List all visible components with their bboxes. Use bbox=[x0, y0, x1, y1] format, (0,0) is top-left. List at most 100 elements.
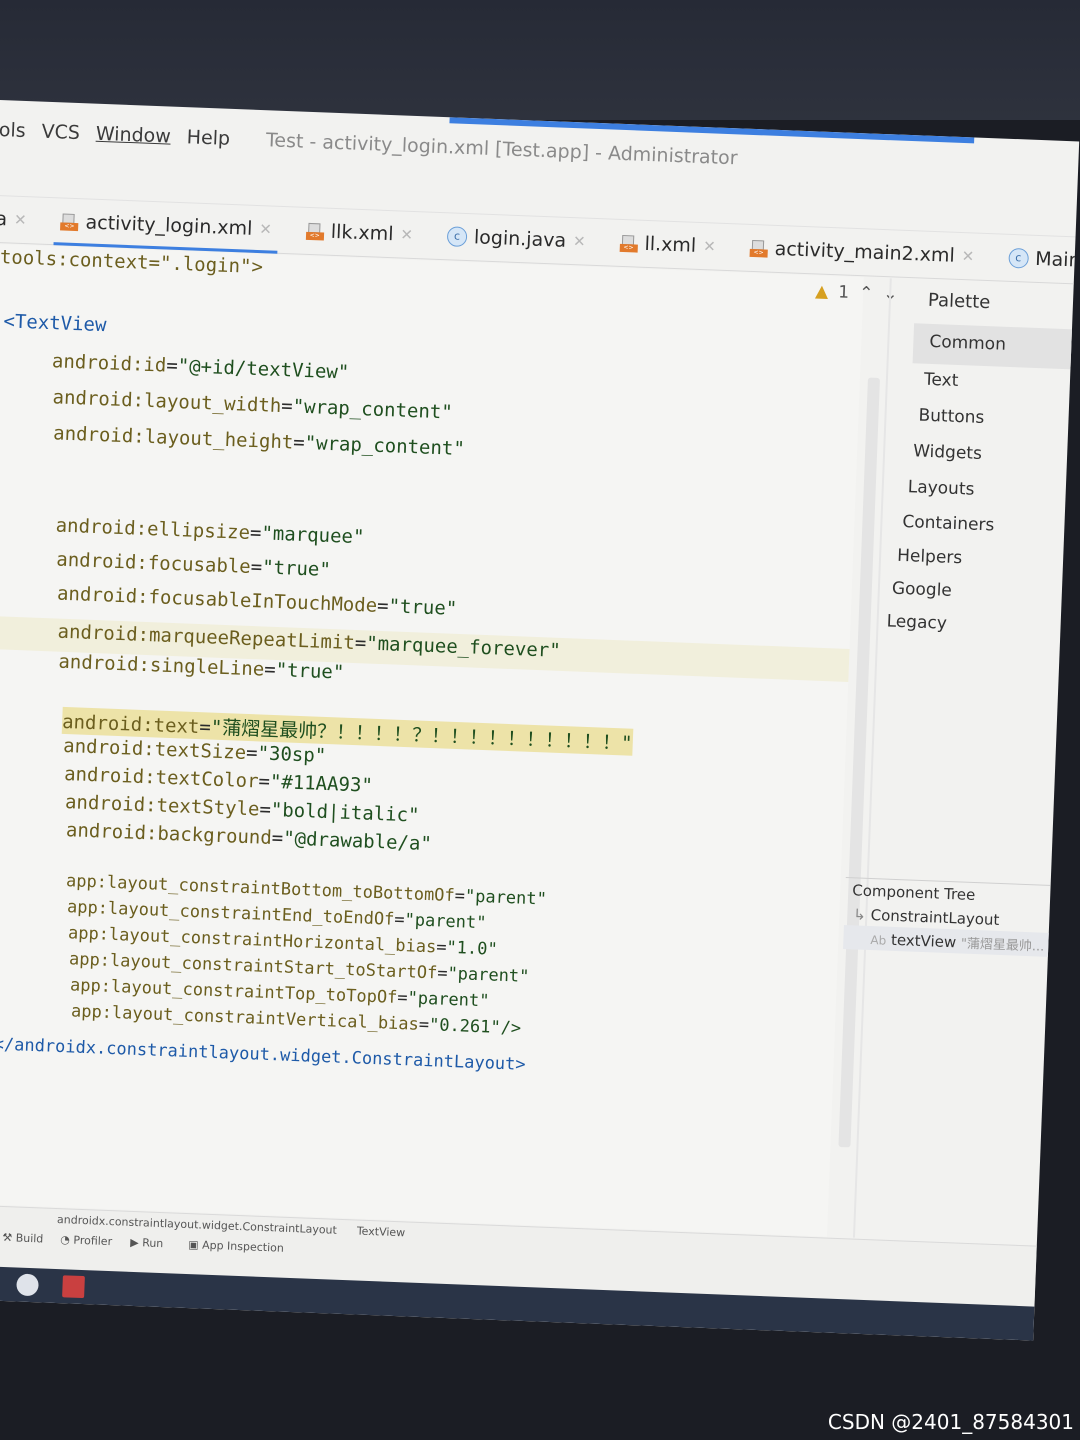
attr-name: android:focusable bbox=[55, 548, 252, 578]
tree-item-text: "蒲熠星最帅... bbox=[960, 936, 1045, 955]
tab-label: a bbox=[0, 207, 8, 231]
palette-category-buttons[interactable]: Buttons bbox=[918, 406, 985, 429]
java-class-icon: c bbox=[446, 226, 468, 248]
attr-value: "bold|italic" bbox=[270, 798, 420, 827]
tab-label: MainActivity2.java bbox=[1034, 247, 1080, 277]
attr-value: "@drawable/a" bbox=[282, 827, 433, 856]
attr-name: android:layout_height bbox=[52, 422, 294, 454]
palette-category-layouts[interactable]: Layouts bbox=[907, 477, 974, 500]
browser-icon[interactable] bbox=[16, 1273, 39, 1297]
tool-run[interactable]: ▶ Run bbox=[130, 1236, 164, 1250]
tab-label: llk.xml bbox=[330, 220, 394, 246]
monitor-bezel bbox=[0, 0, 1080, 120]
attr-value: "wrap_content" bbox=[304, 431, 466, 461]
close-icon[interactable]: ✕ bbox=[961, 247, 974, 265]
tab-label: ll.xml bbox=[644, 232, 697, 257]
tab-activity-main2-xml[interactable]: activity_main2.xml ✕ bbox=[743, 225, 981, 280]
attr-value: "true" bbox=[261, 556, 332, 582]
palette-category-helpers[interactable]: Helpers bbox=[897, 546, 963, 568]
tab-llk-xml[interactable]: llk.xml ✕ bbox=[299, 208, 420, 259]
layout-icon: ↳ bbox=[853, 905, 867, 924]
code-line: android:id="@+id/textView" bbox=[51, 350, 350, 384]
window-title: Test - activity_login.xml [Test.app] - A… bbox=[265, 129, 738, 170]
textview-icon: Ab bbox=[870, 933, 887, 948]
palette-category-text[interactable]: Text bbox=[924, 370, 959, 391]
tab-partial[interactable]: a ✕ bbox=[0, 196, 34, 243]
close-icon[interactable]: ✕ bbox=[703, 237, 716, 255]
run-icon: ▶ bbox=[129, 1235, 139, 1250]
menu-vcs[interactable]: VCS bbox=[41, 121, 80, 144]
palette-category-google[interactable]: Google bbox=[892, 579, 953, 601]
attr-name: android:focusableInTouchMode bbox=[56, 582, 378, 617]
xml-file-icon bbox=[60, 213, 79, 230]
inspection-widget[interactable]: ▲ 1 ⌃ ⌄ bbox=[815, 281, 898, 304]
warning-count: 1 bbox=[837, 282, 850, 303]
tool-label: App Inspection bbox=[201, 1238, 285, 1255]
tab-ll-xml[interactable]: ll.xml ✕ bbox=[613, 220, 723, 270]
tool-profiler[interactable]: ◔ Profiler bbox=[60, 1233, 112, 1248]
attr-value: "parent" bbox=[447, 963, 530, 987]
palette-title: Palette bbox=[927, 289, 991, 314]
attr-value: "1.0" bbox=[446, 937, 499, 960]
attr-value: "parent" bbox=[407, 988, 490, 1012]
attr-value: "30sp" bbox=[257, 742, 327, 767]
tab-label: login.java bbox=[473, 226, 567, 252]
palette-category-legacy[interactable]: Legacy bbox=[886, 611, 947, 633]
close-icon[interactable]: ✕ bbox=[573, 232, 586, 250]
watermark: CSDN @2401_87584301 bbox=[827, 1410, 1074, 1434]
attr-value: "0.261"/> bbox=[428, 1015, 522, 1039]
tab-label: activity_main2.xml bbox=[774, 237, 956, 267]
attr-value: "true" bbox=[388, 595, 458, 620]
attr-name: android:textStyle bbox=[64, 791, 260, 821]
inspection-icon: ▣ bbox=[187, 1238, 199, 1252]
tab-mainactivity2-java[interactable]: c MainActivity2.java ✕ bbox=[1001, 235, 1079, 290]
palette-panel: Palette Common Text Buttons Widgets Layo… bbox=[885, 279, 1080, 786]
attr-name: android:id bbox=[51, 350, 167, 377]
tool-label: Build bbox=[15, 1231, 44, 1246]
attr-value: "parent" bbox=[464, 886, 548, 910]
ide-window: ols VCS Window Help Test - activity_logi… bbox=[0, 100, 1080, 1341]
code-line: android:focusableInTouchMode="true" bbox=[56, 582, 458, 620]
code-line: android:ellipsize="marquee" bbox=[55, 514, 365, 549]
close-icon[interactable]: ✕ bbox=[259, 220, 272, 238]
code-editor[interactable]: tools:context=".login"> <TextView androi… bbox=[0, 243, 864, 1288]
code-line: <TextView bbox=[3, 310, 107, 337]
palette-category-containers[interactable]: Containers bbox=[902, 512, 995, 536]
tab-login-java[interactable]: c login.java ✕ bbox=[440, 213, 592, 265]
palette-category-widgets[interactable]: Widgets bbox=[913, 441, 982, 464]
attr-value: "#11AA93" bbox=[269, 770, 374, 797]
component-tree-title: Component Tree bbox=[851, 881, 976, 905]
code-line: android:focusable="true" bbox=[55, 548, 332, 582]
attr-name: android:textColor bbox=[63, 762, 259, 793]
tool-app-inspection[interactable]: ▣ App Inspection bbox=[188, 1238, 284, 1255]
tool-label: Run bbox=[141, 1236, 164, 1251]
palette-category-common[interactable]: Common bbox=[929, 332, 1006, 355]
menu-help[interactable]: Help bbox=[186, 126, 230, 150]
build-icon: ⚒ bbox=[2, 1230, 13, 1245]
close-icon[interactable]: ✕ bbox=[400, 225, 413, 243]
close-icon[interactable]: ✕ bbox=[14, 211, 27, 229]
breadcrumb-leaf[interactable]: TextView bbox=[357, 1225, 406, 1240]
xml-file-icon bbox=[619, 235, 638, 252]
attr-value: "wrap_content" bbox=[292, 395, 454, 424]
attr-name: android:layout_width bbox=[52, 386, 282, 418]
code-line: </androidx.constraintlayout.widget.Const… bbox=[0, 1034, 526, 1075]
attr-name: android:background bbox=[65, 819, 273, 849]
attr-value: "true" bbox=[275, 659, 345, 684]
tool-label: Profiler bbox=[73, 1233, 113, 1249]
java-class-icon: c bbox=[1007, 247, 1029, 269]
chevron-up-icon[interactable]: ⌃ bbox=[859, 283, 874, 304]
tool-build[interactable]: ⚒ Build bbox=[2, 1231, 43, 1246]
tree-item-label: ConstraintLayout bbox=[870, 906, 1000, 929]
menu-window[interactable]: Window bbox=[95, 123, 171, 148]
menu-tools[interactable]: ols bbox=[0, 119, 26, 142]
tab-activity-login-xml[interactable]: activity_login.xml ✕ bbox=[54, 198, 279, 253]
tree-item-label: textView bbox=[890, 930, 957, 952]
app-icon[interactable] bbox=[62, 1275, 85, 1299]
attr-value: "@+id/textView" bbox=[177, 355, 350, 384]
breadcrumb-root[interactable]: androidx.constraintlayout.widget.Constra… bbox=[57, 1213, 337, 1237]
attr-value: "parent" bbox=[404, 910, 487, 934]
xml-file-icon bbox=[749, 240, 768, 257]
attr-value: "marquee" bbox=[261, 522, 365, 549]
code-line: android:layout_height="wrap_content" bbox=[52, 422, 466, 461]
